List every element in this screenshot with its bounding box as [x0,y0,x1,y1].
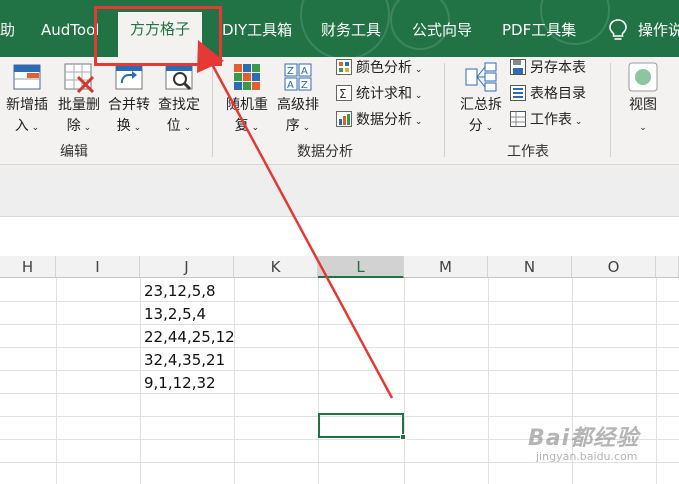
watermark-main: Bai都经验 [528,426,640,451]
watermark-sub: jingyan.baidu.com [536,450,638,463]
watermark: Bai都经验 jingyan.baidu.com [528,412,673,472]
